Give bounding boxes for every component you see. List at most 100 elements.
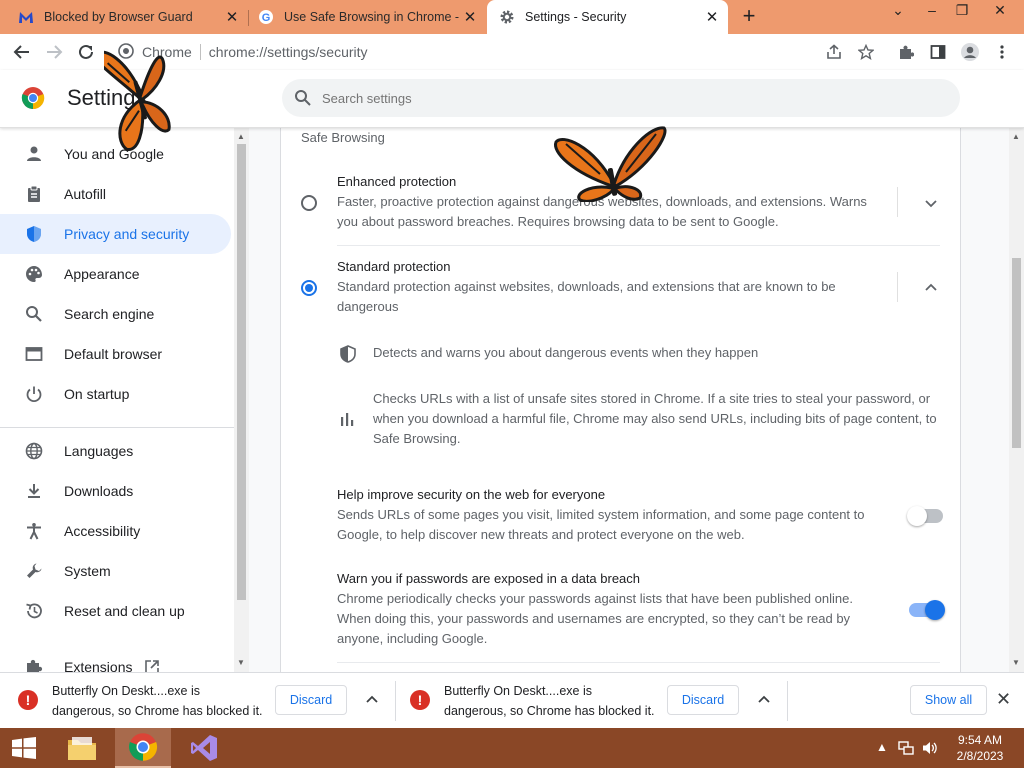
sidebar-item-appearance[interactable]: Appearance: [0, 254, 231, 294]
standard-detail-text: Safe Browsing.: [373, 431, 461, 446]
network-icon[interactable]: [898, 740, 914, 759]
main-scrollbar[interactable]: ▲ ▼: [1009, 128, 1024, 672]
sidebar-item-accessibility[interactable]: Accessibility: [0, 511, 231, 551]
sidebar-item-privacy-and-security[interactable]: Privacy and security: [0, 214, 231, 254]
download-bar: ! Butterfly On Deskt....exe is dangerous…: [0, 672, 1024, 728]
sidebar-item-label: Default browser: [64, 346, 163, 362]
settings-search-box[interactable]: [282, 79, 960, 117]
standard-protection-desc: Standard protection against websites, do…: [337, 279, 836, 294]
sidebar-item-label: System: [64, 563, 111, 579]
profile-avatar[interactable]: [958, 40, 982, 64]
sidebar-item-reset-and-clean-up[interactable]: Reset and clean up: [0, 591, 231, 631]
chrome-logo-icon: [129, 733, 158, 761]
close-download-bar-icon[interactable]: ✕: [996, 689, 1011, 710]
sidebar-item-system[interactable]: System: [0, 551, 231, 591]
help-improve-toggle[interactable]: [907, 506, 943, 526]
search-icon: [294, 89, 312, 107]
sidebar-item-autofill[interactable]: Autofill: [0, 174, 231, 214]
main-scroll-thumb[interactable]: [1012, 258, 1021, 448]
download-status: dangerous, so Chrome has blocked it.: [444, 704, 655, 718]
restore-window-icon[interactable]: ❐: [948, 2, 976, 19]
sidebar-divider: [0, 427, 234, 428]
chevron-up-icon[interactable]: [923, 280, 939, 296]
chevron-up-icon[interactable]: [755, 691, 773, 709]
tab-browser-guard[interactable]: Blocked by Browser Guard ✕: [0, 0, 248, 34]
close-window-icon[interactable]: ✕: [980, 2, 1020, 19]
download-icon: [24, 481, 44, 501]
divider: [337, 662, 940, 663]
taskbar-chrome[interactable]: [115, 728, 171, 768]
clock-date: 2/8/2023: [956, 749, 1004, 763]
sidebar-item-label: Extensions: [64, 659, 133, 672]
sidebar-item-label: Appearance: [64, 266, 140, 282]
download-separator: [787, 681, 788, 721]
close-tab-icon[interactable]: ✕: [222, 8, 242, 26]
taskbar-file-explorer[interactable]: [54, 728, 110, 768]
sidebar-item-label: Accessibility: [64, 523, 141, 539]
sidebar-item-label: On startup: [64, 386, 130, 402]
back-button[interactable]: [10, 40, 34, 64]
password-warn-desc: anyone, including Google.: [337, 631, 488, 646]
url-text[interactable]: chrome://settings/security: [209, 44, 368, 60]
show-all-button[interactable]: Show all: [910, 685, 987, 715]
tab-safe-browsing-help[interactable]: G Use Safe Browsing in Chrome - C ✕: [248, 0, 486, 34]
reload-button[interactable]: [74, 40, 98, 64]
chevron-up-icon[interactable]: [363, 691, 381, 709]
minimize-icon[interactable]: –: [918, 2, 946, 18]
search-input[interactable]: [322, 90, 922, 106]
taskbar-visual-studio[interactable]: [176, 728, 232, 768]
download-status: dangerous, so Chrome has blocked it.: [52, 704, 263, 718]
share-icon[interactable]: [822, 40, 846, 64]
password-warn-toggle[interactable]: [909, 600, 945, 620]
help-improve-desc: Google, to help discover new threats and…: [337, 527, 745, 542]
sidebar-item-downloads[interactable]: Downloads: [0, 471, 231, 511]
sidebar-scroll-thumb[interactable]: [237, 144, 246, 600]
close-tab-icon[interactable]: ✕: [702, 8, 722, 26]
sidebar-item-on-startup[interactable]: On startup: [0, 374, 231, 414]
sidebar-item-default-browser[interactable]: Default browser: [0, 334, 231, 374]
scroll-down-arrow-icon[interactable]: ▼: [1012, 658, 1020, 667]
tab-settings-security[interactable]: Settings - Security ✕: [487, 0, 728, 34]
extensions-puzzle-icon[interactable]: [894, 40, 918, 64]
svg-text:G: G: [262, 12, 271, 24]
palette-icon: [24, 264, 44, 284]
enhanced-protection-radio[interactable]: [301, 195, 317, 211]
restore-icon: [24, 601, 44, 621]
volume-icon[interactable]: [922, 740, 938, 759]
sidebar-item-label: Languages: [64, 443, 134, 459]
standard-protection-radio[interactable]: [301, 280, 317, 296]
password-warn-desc: When doing this, your passwords and user…: [337, 611, 851, 626]
scroll-down-arrow-icon[interactable]: ▼: [237, 658, 245, 667]
windows-logo-icon: [12, 737, 36, 759]
new-tab-button[interactable]: +: [737, 5, 761, 29]
sidebar-scrollbar[interactable]: ▲ ▼: [234, 128, 249, 672]
address-bar[interactable]: Chrome chrome://settings/security: [110, 38, 890, 66]
side-panel-icon[interactable]: [926, 40, 950, 64]
scroll-up-arrow-icon[interactable]: ▲: [237, 132, 245, 141]
external-link-icon: [144, 659, 160, 672]
close-tab-icon[interactable]: ✕: [460, 8, 480, 26]
scroll-up-arrow-icon[interactable]: ▲: [1012, 132, 1020, 141]
sidebar-item-search-engine[interactable]: Search engine: [0, 294, 231, 334]
sidebar-item-extensions[interactable]: Extensions: [0, 647, 231, 672]
tab-search-icon[interactable]: ⌄: [884, 2, 912, 19]
start-button[interactable]: [0, 728, 48, 768]
discard-button[interactable]: Discard: [275, 685, 347, 715]
sidebar-item-label: Search engine: [64, 306, 155, 322]
forward-button[interactable]: [42, 40, 66, 64]
tray-expand-icon[interactable]: ▲: [876, 740, 888, 754]
sidebar-item-label: Autofill: [64, 186, 107, 202]
shield-icon: [24, 224, 44, 244]
sidebar-item-label: Downloads: [64, 483, 134, 499]
kebab-menu-icon[interactable]: [990, 40, 1014, 64]
tab-title: Settings - Security: [525, 10, 627, 24]
gear-icon: [499, 9, 515, 25]
bookmark-star-icon[interactable]: [854, 40, 878, 64]
chevron-down-icon[interactable]: [923, 195, 939, 211]
download-warning-text: Butterfly On Deskt....exe is dangerous, …: [444, 681, 684, 721]
discard-button[interactable]: Discard: [667, 685, 739, 715]
row-separator: [897, 187, 898, 217]
sidebar-item-languages[interactable]: Languages: [0, 431, 231, 471]
taskbar-clock[interactable]: 9:54 AM 2/8/2023: [944, 732, 1016, 764]
tab-strip: Blocked by Browser Guard ✕ G Use Safe Br…: [0, 0, 1024, 34]
